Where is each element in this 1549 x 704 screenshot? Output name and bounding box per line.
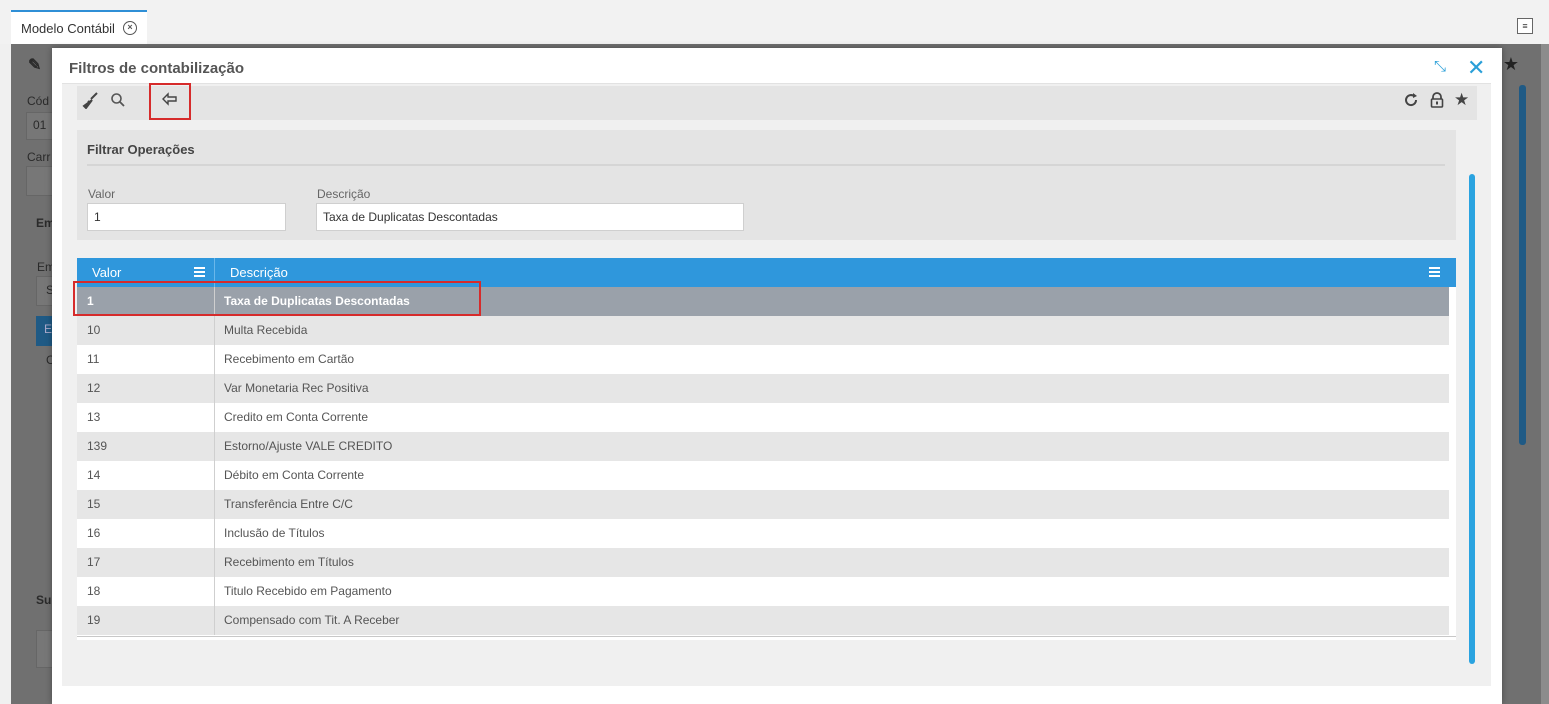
- table-row[interactable]: 11 Recebimento em Cartão: [77, 345, 1449, 374]
- cell-valor: 13: [87, 410, 101, 424]
- cell-descricao: Inclusão de Títulos: [224, 526, 325, 540]
- cell-valor: 14: [87, 468, 101, 482]
- cell-valor: 11: [87, 352, 100, 366]
- descricao-label: Descrição: [317, 187, 371, 201]
- table-row[interactable]: 18 Titulo Recebido em Pagamento: [77, 577, 1449, 606]
- operations-grid: Valor Descrição 1 Taxa de Duplicatas Des…: [73, 258, 1456, 640]
- filter-modal: Filtros de contabilização ⤡ ✕ ★ Filtrar …: [52, 48, 1502, 704]
- cell-valor: 19: [87, 613, 101, 627]
- table-row[interactable]: 139 Estorno/Ajuste VALE CREDITO: [77, 432, 1449, 461]
- cell-descricao: Recebimento em Cartão: [224, 352, 355, 366]
- modal-scrollbar[interactable]: [1469, 174, 1475, 664]
- cell-descricao: Recebimento em Títulos: [224, 555, 354, 569]
- bg-section-su: Su: [36, 593, 52, 607]
- table-row[interactable]: 17 Recebimento em Títulos: [77, 548, 1449, 577]
- star-icon[interactable]: ★: [1503, 54, 1519, 75]
- column-menu-icon[interactable]: [1429, 267, 1440, 278]
- star-icon[interactable]: ★: [1454, 90, 1469, 110]
- cell-descricao: Multa Recebida: [224, 323, 308, 337]
- report-icon[interactable]: ≡: [1517, 18, 1533, 34]
- cell-valor: 10: [87, 323, 101, 337]
- column-separator: [214, 287, 215, 635]
- refresh-icon[interactable]: [1403, 92, 1419, 112]
- grid-bottom-border: [77, 636, 1456, 637]
- selected-row-highlight: [73, 281, 481, 316]
- toolbar: ★: [77, 83, 1477, 120]
- bg-grid-header-text: E: [44, 322, 53, 336]
- table-row[interactable]: 16 Inclusão de Títulos: [77, 519, 1449, 548]
- tab-title: Modelo Contábil: [21, 20, 115, 36]
- bg-value-codigo: 01: [33, 118, 47, 132]
- table-row[interactable]: 13 Credito em Conta Corrente: [77, 403, 1449, 432]
- filter-panel: Filtrar Operações Valor Descrição: [77, 130, 1456, 240]
- broom-icon[interactable]: [82, 92, 99, 113]
- filter-title: Filtrar Operações: [87, 142, 195, 157]
- column-menu-icon[interactable]: [194, 267, 205, 278]
- cell-valor: 17: [87, 555, 101, 569]
- modal-title: Filtros de contabilização: [69, 60, 245, 77]
- cell-descricao: Credito em Conta Corrente: [224, 410, 369, 424]
- table-row[interactable]: 19 Compensado com Tit. A Receber: [77, 606, 1449, 635]
- expand-icon[interactable]: ⤡: [1434, 58, 1446, 75]
- tab-modelo-contabil[interactable]: Modelo Contábil ×: [11, 10, 147, 44]
- bg-label-carr: Carr: [27, 150, 51, 164]
- top-tab-bar: Modelo Contábil × ≡: [0, 0, 1549, 44]
- cell-valor: 139: [87, 439, 108, 453]
- search-icon[interactable]: [110, 92, 126, 112]
- valor-input[interactable]: [87, 203, 286, 231]
- bg-label-codigo: Cód: [27, 94, 50, 108]
- table-row[interactable]: 12 Var Monetaria Rec Positiva: [77, 374, 1449, 403]
- close-circle-icon[interactable]: ×: [122, 21, 137, 35]
- close-icon[interactable]: ✕: [1467, 55, 1485, 81]
- broom-icon: ✎: [28, 57, 42, 74]
- cell-valor: 16: [87, 526, 101, 540]
- modal-body: ★ Filtrar Operações Valor Descrição Valo…: [62, 83, 1491, 686]
- descricao-input[interactable]: [316, 203, 744, 231]
- bg-input-carr: [26, 166, 54, 196]
- cell-descricao: Titulo Recebido em Pagamento: [224, 584, 392, 598]
- cell-valor: 12: [87, 381, 101, 395]
- cell-descricao: Débito em Conta Corrente: [224, 468, 365, 482]
- cell-descricao: Var Monetaria Rec Positiva: [224, 381, 369, 395]
- cell-descricao: Compensado com Tit. A Receber: [224, 613, 400, 627]
- back-button-highlight: [149, 83, 191, 120]
- left-edge: [0, 44, 11, 704]
- cell-descricao: Transferência Entre C/C: [224, 497, 353, 511]
- table-row[interactable]: 10 Multa Recebida: [77, 316, 1449, 345]
- cell-valor: 15: [87, 497, 101, 511]
- table-row[interactable]: 15 Transferência Entre C/C: [77, 490, 1449, 519]
- table-row[interactable]: 14 Débito em Conta Corrente: [77, 461, 1449, 490]
- cell-descricao: Estorno/Ajuste VALE CREDITO: [224, 439, 393, 453]
- cell-valor: 18: [87, 584, 101, 598]
- lock-icon[interactable]: [1430, 92, 1444, 112]
- valor-label: Valor: [88, 187, 116, 201]
- background-scrollbar[interactable]: [1519, 85, 1526, 445]
- filter-divider: [87, 164, 1445, 166]
